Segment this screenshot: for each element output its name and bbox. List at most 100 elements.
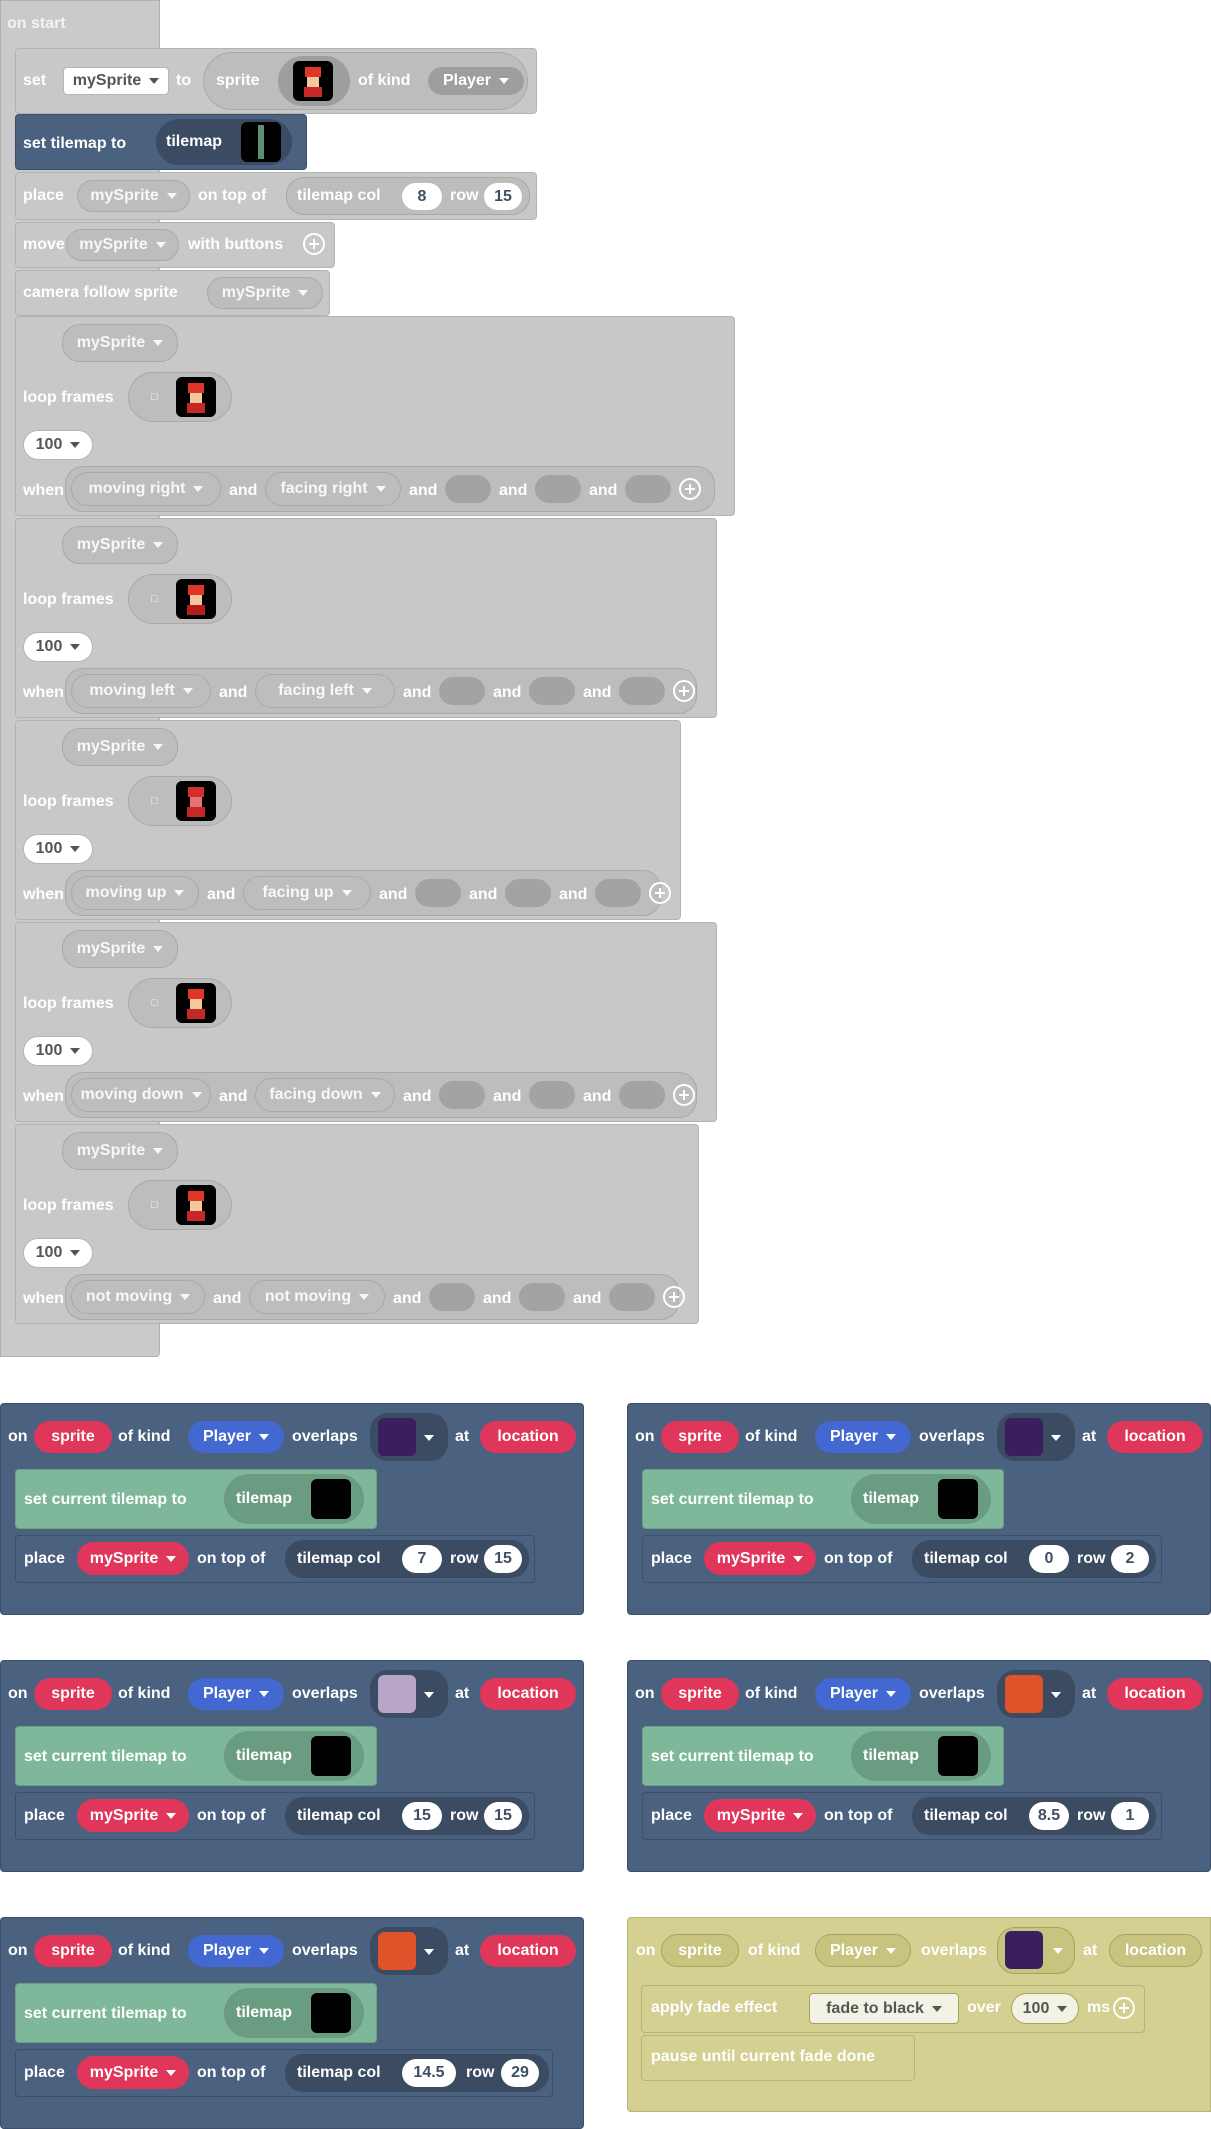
empty-condition-slot[interactable] [445, 475, 491, 503]
location-parameter[interactable]: location [1107, 1421, 1203, 1453]
fade-effect-dropdown[interactable]: fade to black [809, 1993, 959, 2024]
variable-dropdown[interactable]: mySprite [62, 526, 178, 564]
variable-dropdown[interactable]: mySprite [77, 1799, 189, 1832]
condition-dropdown[interactable]: moving right [71, 472, 221, 506]
variable-dropdown[interactable]: mySprite [62, 324, 178, 362]
place-label: place [24, 1550, 65, 1567]
interval-dropdown[interactable]: 100 [23, 1238, 93, 1268]
tilemap-thumbnail-icon[interactable] [938, 1479, 978, 1519]
variable-dropdown[interactable]: mySprite [62, 930, 178, 968]
kind-dropdown[interactable]: Player [815, 1678, 911, 1710]
sprite-parameter[interactable]: sprite [661, 1678, 739, 1710]
variable-dropdown[interactable]: mySprite [63, 67, 169, 95]
variable-dropdown[interactable]: mySprite [704, 1799, 816, 1832]
variable-dropdown[interactable]: mySprite [207, 277, 323, 309]
location-parameter[interactable]: location [480, 1421, 576, 1453]
empty-condition-slot[interactable] [529, 677, 575, 705]
condition-dropdown[interactable]: facing left [255, 674, 395, 708]
add-condition-icon[interactable] [663, 1286, 685, 1308]
condition-dropdown[interactable]: facing down [255, 1078, 395, 1112]
add-condition-icon[interactable] [649, 882, 671, 904]
on-top-of-label: on top of [198, 187, 267, 204]
add-condition-icon[interactable] [679, 478, 701, 500]
col-input[interactable]: 8.5 [1029, 1802, 1069, 1830]
row-input[interactable]: 29 [501, 2059, 539, 2087]
tile-image-icon [378, 1675, 416, 1713]
empty-condition-slot[interactable] [505, 879, 551, 907]
row-input[interactable]: 15 [484, 1545, 522, 1573]
row-label: row [450, 187, 479, 204]
sprite-parameter[interactable]: sprite [661, 1421, 739, 1453]
variable-dropdown[interactable]: mySprite [77, 1542, 189, 1575]
kind-dropdown[interactable]: Player [188, 1421, 284, 1453]
col-input[interactable]: 14.5 [402, 2059, 456, 2087]
variable-dropdown[interactable]: mySprite [62, 1132, 178, 1170]
add-condition-icon[interactable] [673, 680, 695, 702]
duration-dropdown[interactable]: 100 [1011, 1993, 1079, 2024]
tilemap-thumbnail-icon[interactable] [311, 1736, 351, 1776]
condition-dropdown[interactable]: moving left [71, 674, 211, 708]
variable-dropdown[interactable]: mySprite [62, 728, 178, 766]
interval-dropdown[interactable]: 100 [23, 1036, 93, 1066]
row-input[interactable]: 2 [1111, 1545, 1149, 1573]
add-condition-icon[interactable] [673, 1084, 695, 1106]
condition-dropdown[interactable]: moving down [71, 1078, 211, 1112]
add-parameter-icon[interactable] [303, 233, 325, 255]
of-kind-label: of kind [748, 1942, 801, 1959]
condition-dropdown[interactable]: moving up [71, 876, 199, 910]
tilemap-thumbnail-icon[interactable] [938, 1736, 978, 1776]
location-parameter[interactable]: location [1109, 1934, 1202, 1967]
kind-dropdown[interactable]: Player [188, 1935, 284, 1967]
empty-condition-slot[interactable] [609, 1283, 655, 1311]
empty-condition-slot[interactable] [519, 1283, 565, 1311]
variable-dropdown[interactable]: mySprite [77, 2056, 189, 2089]
kind-dropdown[interactable]: Player [428, 67, 524, 95]
place-label: place [651, 1550, 692, 1567]
row-input[interactable]: 1 [1111, 1802, 1149, 1830]
sprite-parameter[interactable]: sprite [34, 1935, 112, 1967]
empty-condition-slot[interactable] [429, 1283, 475, 1311]
sprite-parameter[interactable]: sprite [34, 1421, 112, 1453]
variable-dropdown[interactable]: mySprite [704, 1542, 816, 1575]
empty-condition-slot[interactable] [439, 1081, 485, 1109]
empty-condition-slot[interactable] [529, 1081, 575, 1109]
variable-dropdown[interactable]: mySprite [66, 229, 179, 261]
place-label: place [23, 187, 64, 204]
animation-frame-icon [176, 579, 216, 619]
variable-name: mySprite [79, 236, 148, 253]
variable-dropdown[interactable]: mySprite [77, 180, 190, 212]
empty-condition-slot[interactable] [439, 677, 485, 705]
condition-dropdown[interactable]: facing right [265, 472, 401, 506]
empty-condition-slot[interactable] [619, 677, 665, 705]
condition-dropdown[interactable]: facing up [243, 876, 371, 910]
col-input[interactable]: 7 [402, 1545, 442, 1573]
col-input[interactable]: 15 [402, 1802, 442, 1830]
sprite-parameter[interactable]: sprite [34, 1678, 112, 1710]
col-input[interactable]: 0 [1029, 1545, 1069, 1573]
kind-dropdown[interactable]: Player [188, 1678, 284, 1710]
empty-condition-slot[interactable] [535, 475, 581, 503]
tilemap-thumbnail-icon[interactable] [311, 1993, 351, 2033]
location-parameter[interactable]: location [480, 1935, 576, 1967]
row-input[interactable]: 15 [484, 183, 522, 210]
tilemap-thumbnail-icon[interactable] [311, 1479, 351, 1519]
interval-dropdown[interactable]: 100 [23, 632, 93, 662]
empty-condition-slot[interactable] [415, 879, 461, 907]
col-input[interactable]: 8 [402, 183, 442, 210]
sprite-parameter[interactable]: sprite [661, 1934, 739, 1967]
row-input[interactable]: 15 [484, 1802, 522, 1830]
empty-condition-slot[interactable] [595, 879, 641, 907]
empty-condition-slot[interactable] [625, 475, 671, 503]
condition-dropdown[interactable]: not moving [249, 1280, 385, 1314]
on-label: on [8, 1685, 28, 1702]
kind-dropdown[interactable]: Player [815, 1934, 911, 1967]
empty-condition-slot[interactable] [619, 1081, 665, 1109]
interval-dropdown[interactable]: 100 [23, 834, 93, 864]
condition-dropdown[interactable]: not moving [71, 1280, 205, 1314]
add-parameter-icon[interactable] [1113, 1997, 1135, 2019]
interval-dropdown[interactable]: 100 [23, 430, 93, 460]
location-parameter[interactable]: location [1107, 1678, 1203, 1710]
tilemap-thumbnail-icon[interactable] [241, 122, 281, 162]
kind-dropdown[interactable]: Player [815, 1421, 911, 1453]
location-parameter[interactable]: location [480, 1678, 576, 1710]
